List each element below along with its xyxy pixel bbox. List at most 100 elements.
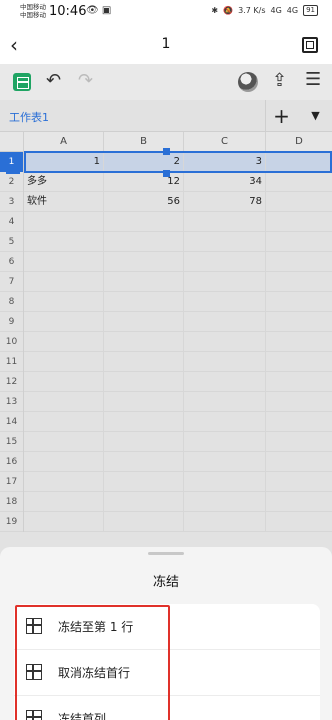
row-number[interactable]: 11 xyxy=(0,352,24,372)
grid-cell[interactable] xyxy=(266,272,332,292)
share-icon[interactable]: ⇪ xyxy=(272,70,287,91)
cell-b2[interactable]: 12 xyxy=(104,172,184,192)
table-row[interactable]: 8 xyxy=(0,292,332,312)
grid-cell[interactable] xyxy=(24,472,104,492)
grid-cell[interactable] xyxy=(104,412,184,432)
selection-handle-top[interactable] xyxy=(163,148,170,155)
row-number[interactable]: 1 xyxy=(0,152,24,172)
grid-cell[interactable] xyxy=(266,232,332,252)
cell-c3[interactable]: 78 xyxy=(184,192,266,212)
column-header-c[interactable]: C xyxy=(184,132,266,152)
grid-cell[interactable] xyxy=(184,292,266,312)
grid-cell[interactable] xyxy=(104,232,184,252)
grid-cell[interactable] xyxy=(104,332,184,352)
row-number[interactable]: 6 xyxy=(0,252,24,272)
column-header-a[interactable]: A xyxy=(24,132,104,152)
grid-cell[interactable] xyxy=(24,432,104,452)
grid-cell[interactable] xyxy=(104,352,184,372)
cell-a1[interactable]: 1 xyxy=(24,152,104,172)
column-header-b[interactable]: B xyxy=(104,132,184,152)
table-row[interactable]: 6 xyxy=(0,252,332,272)
table-row[interactable]: 3 软件 56 78 xyxy=(0,192,332,212)
grid-cell[interactable] xyxy=(104,492,184,512)
grid-cell[interactable] xyxy=(184,352,266,372)
menu-icon[interactable]: ☰ xyxy=(305,69,321,90)
grid-cell[interactable] xyxy=(266,412,332,432)
grid-cell[interactable] xyxy=(24,352,104,372)
avatar[interactable] xyxy=(238,72,258,92)
grid-cell[interactable] xyxy=(24,252,104,272)
sheet-tab-active[interactable]: 工作表1 xyxy=(9,109,49,125)
grid-cell[interactable] xyxy=(24,312,104,332)
grid-cell[interactable] xyxy=(266,252,332,272)
table-row[interactable]: 16 xyxy=(0,452,332,472)
row-number[interactable]: 15 xyxy=(0,432,24,452)
freeze-option-first-column[interactable]: 冻结首列 xyxy=(14,696,320,720)
row-number[interactable]: 9 xyxy=(0,312,24,332)
grid-cell[interactable] xyxy=(24,272,104,292)
row-number[interactable]: 3 xyxy=(0,192,24,212)
table-row[interactable]: 17 xyxy=(0,472,332,492)
grid-cell[interactable] xyxy=(104,372,184,392)
cell-a2[interactable]: 多多 xyxy=(24,172,104,192)
grid-cell[interactable] xyxy=(24,492,104,512)
grid-cell[interactable] xyxy=(266,312,332,332)
redo-icon[interactable]: ↷ xyxy=(78,70,93,91)
cell-d2[interactable] xyxy=(266,172,332,192)
grid-cell[interactable] xyxy=(266,512,332,532)
grid-cell[interactable] xyxy=(184,332,266,352)
grid-cell[interactable] xyxy=(184,412,266,432)
table-row[interactable]: 10 xyxy=(0,332,332,352)
drag-handle[interactable] xyxy=(148,552,184,555)
grid-cell[interactable] xyxy=(184,512,266,532)
grid-cell[interactable] xyxy=(184,232,266,252)
table-row[interactable]: 1 1 2 3 xyxy=(0,152,332,172)
cell-b3[interactable]: 56 xyxy=(104,192,184,212)
corner-cell[interactable] xyxy=(0,132,24,152)
row-number[interactable]: 13 xyxy=(0,392,24,412)
grid-cell[interactable] xyxy=(184,492,266,512)
grid-cell[interactable] xyxy=(24,332,104,352)
table-row[interactable]: 5 xyxy=(0,232,332,252)
grid-cell[interactable] xyxy=(24,512,104,532)
grid-cell[interactable] xyxy=(24,292,104,312)
row-number[interactable]: 8 xyxy=(0,292,24,312)
grid-cell[interactable] xyxy=(24,392,104,412)
grid-cell[interactable] xyxy=(266,472,332,492)
grid-cell[interactable] xyxy=(104,272,184,292)
table-row[interactable]: 19 xyxy=(0,512,332,532)
grid-cell[interactable] xyxy=(24,232,104,252)
cell-d1[interactable] xyxy=(266,152,332,172)
sheet-app-icon[interactable] xyxy=(13,73,31,91)
table-row[interactable]: 9 xyxy=(0,312,332,332)
table-row[interactable]: 14 xyxy=(0,412,332,432)
grid-cell[interactable] xyxy=(24,412,104,432)
column-header-d[interactable]: D xyxy=(266,132,332,152)
cell-d3[interactable] xyxy=(266,192,332,212)
grid-cell[interactable] xyxy=(184,312,266,332)
grid-cell[interactable] xyxy=(266,292,332,312)
undo-icon[interactable]: ↶ xyxy=(46,70,61,91)
grid-cell[interactable] xyxy=(104,212,184,232)
table-row[interactable]: 15 xyxy=(0,432,332,452)
grid-cell[interactable] xyxy=(266,352,332,372)
freeze-option-to-row[interactable]: 冻结至第 1 行 xyxy=(14,604,320,650)
table-row[interactable]: 11 xyxy=(0,352,332,372)
row-number[interactable]: 14 xyxy=(0,412,24,432)
grid-cell[interactable] xyxy=(184,372,266,392)
grid-cell[interactable] xyxy=(266,452,332,472)
table-row[interactable]: 13 xyxy=(0,392,332,412)
grid-cell[interactable] xyxy=(266,432,332,452)
freeze-option-unfreeze-first-row[interactable]: 取消冻结首行 xyxy=(14,650,320,696)
grid-cell[interactable] xyxy=(104,292,184,312)
grid-cell[interactable] xyxy=(266,332,332,352)
grid-cell[interactable] xyxy=(184,472,266,492)
grid-cell[interactable] xyxy=(104,312,184,332)
row-number[interactable]: 18 xyxy=(0,492,24,512)
row-number[interactable]: 12 xyxy=(0,372,24,392)
cell-c1[interactable]: 3 xyxy=(184,152,266,172)
grid-cell[interactable] xyxy=(184,392,266,412)
grid-cell[interactable] xyxy=(184,452,266,472)
row-number[interactable]: 7 xyxy=(0,272,24,292)
grid-cell[interactable] xyxy=(104,452,184,472)
